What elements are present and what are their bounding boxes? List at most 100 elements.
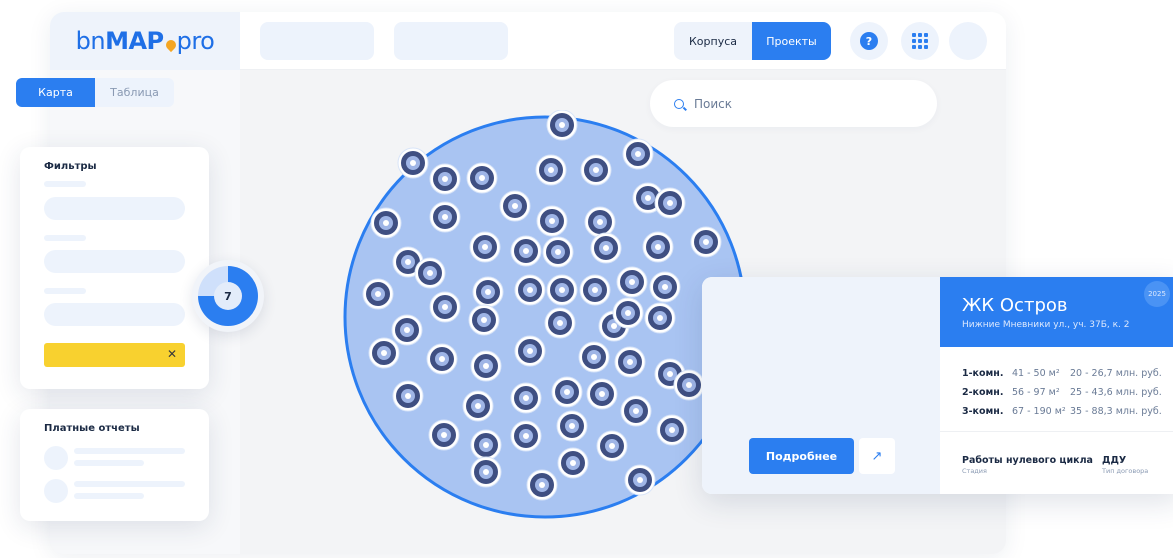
project-marker[interactable] [586,378,618,410]
help-button[interactable]: ? [850,22,888,60]
project-marker[interactable] [546,110,578,141]
project-marker[interactable] [462,390,494,422]
filter-field[interactable] [44,197,185,220]
project-marker[interactable] [673,369,705,401]
project-title: ЖК Остров [962,295,1068,316]
project-marker[interactable] [391,314,423,346]
room-area: 67 - 190 м² [1012,406,1066,417]
project-marker[interactable] [429,291,461,323]
project-marker[interactable] [616,266,648,298]
tab-table[interactable]: Таблица [95,78,174,107]
room-type: 2-комн. [962,387,1004,398]
tab-map[interactable]: Карта [16,78,95,107]
room-type: 1-комн. [962,368,1004,379]
project-marker[interactable] [644,302,676,334]
project-marker[interactable] [468,304,500,336]
project-marker[interactable] [578,341,610,373]
project-marker[interactable] [542,236,574,268]
project-marker[interactable] [556,410,588,442]
stage: bnMAP pro Корпуса Проекты ? Карта Таблица… [0,0,1173,558]
location-pin-icon [163,37,178,53]
report-icon-placeholder [44,479,68,503]
project-marker[interactable] [470,456,502,488]
filter-label-placeholder [44,235,86,241]
apps-button[interactable] [901,22,939,60]
divider [940,431,1173,432]
header-placeholder-1 [260,22,374,60]
report-line-placeholder [74,460,144,466]
project-marker[interactable] [584,206,616,238]
project-marker[interactable] [514,274,546,306]
logo-suffix: pro [176,27,215,55]
project-marker[interactable] [642,231,674,263]
project-marker[interactable] [510,382,542,414]
project-marker[interactable] [392,380,424,412]
buildings-toggle[interactable]: Корпуса [674,22,752,60]
project-marker[interactable] [362,278,394,310]
project-marker[interactable] [622,138,654,170]
project-marker[interactable] [579,274,611,306]
year-badge: 2025 [1144,281,1170,307]
project-marker[interactable] [470,350,502,382]
project-marker[interactable] [397,147,429,179]
cluster-count-badge[interactable]: 7 [192,260,264,332]
filters-title: Фильтры [44,161,97,172]
project-marker[interactable] [429,163,461,195]
header-placeholder-2 [394,22,508,60]
top-bar: bnMAP pro Корпуса Проекты ? [50,12,1006,70]
project-marker[interactable] [466,162,498,194]
project-marker[interactable] [624,464,656,496]
filter-field[interactable] [44,250,185,273]
project-marker[interactable] [368,337,400,369]
project-marker[interactable] [414,257,446,289]
project-marker[interactable] [514,335,546,367]
project-marker[interactable] [544,307,576,339]
project-marker[interactable] [557,447,589,479]
external-link-icon[interactable]: ↗ [859,438,895,474]
projects-toggle[interactable]: Проекты [752,22,831,60]
project-marker[interactable] [551,376,583,408]
project-marker[interactable] [469,231,501,263]
project-marker[interactable] [590,232,622,264]
more-button[interactable]: Подробнее [749,438,854,474]
project-marker[interactable] [654,187,686,219]
project-marker[interactable] [370,207,402,239]
project-card: Подробнее ↗ ЖК Остров Нижние Мневники ул… [702,277,1173,494]
project-marker[interactable] [596,430,628,462]
project-marker[interactable] [614,346,646,378]
logo-main: MAP [105,27,164,55]
project-marker[interactable] [620,395,652,427]
project-marker[interactable] [690,226,722,258]
filters-panel: Фильтры ✕ [20,147,209,389]
filter-field[interactable] [44,303,185,326]
project-marker[interactable] [546,274,578,306]
help-icon: ? [860,32,878,50]
active-filter-chip[interactable]: ✕ [44,343,185,367]
project-marker[interactable] [656,414,688,446]
project-marker[interactable] [426,343,458,375]
close-icon[interactable]: ✕ [167,347,177,361]
progress-ring: 7 [198,266,258,326]
project-marker[interactable] [499,190,531,222]
project-marker[interactable] [510,420,542,452]
project-marker[interactable] [510,235,542,267]
project-marker[interactable] [428,419,460,451]
stage-label: Стадия [962,467,987,475]
project-marker[interactable] [612,297,644,329]
project-marker[interactable] [536,205,568,237]
logo-prefix: bn [75,27,106,55]
room-price: 20 - 26,7 млн. руб. [1070,368,1162,379]
avatar[interactable] [949,22,987,60]
search-icon [674,98,684,109]
report-line-placeholder [74,448,185,454]
project-marker[interactable] [649,271,681,303]
project-marker[interactable] [472,276,504,308]
project-marker[interactable] [429,201,461,233]
project-marker[interactable] [580,154,612,186]
cluster-area[interactable] [340,110,760,520]
logo-area[interactable]: bnMAP pro [50,12,240,70]
project-marker[interactable] [470,429,502,461]
project-marker[interactable] [535,154,567,186]
project-marker[interactable] [526,469,558,501]
apps-grid-icon [912,33,928,49]
